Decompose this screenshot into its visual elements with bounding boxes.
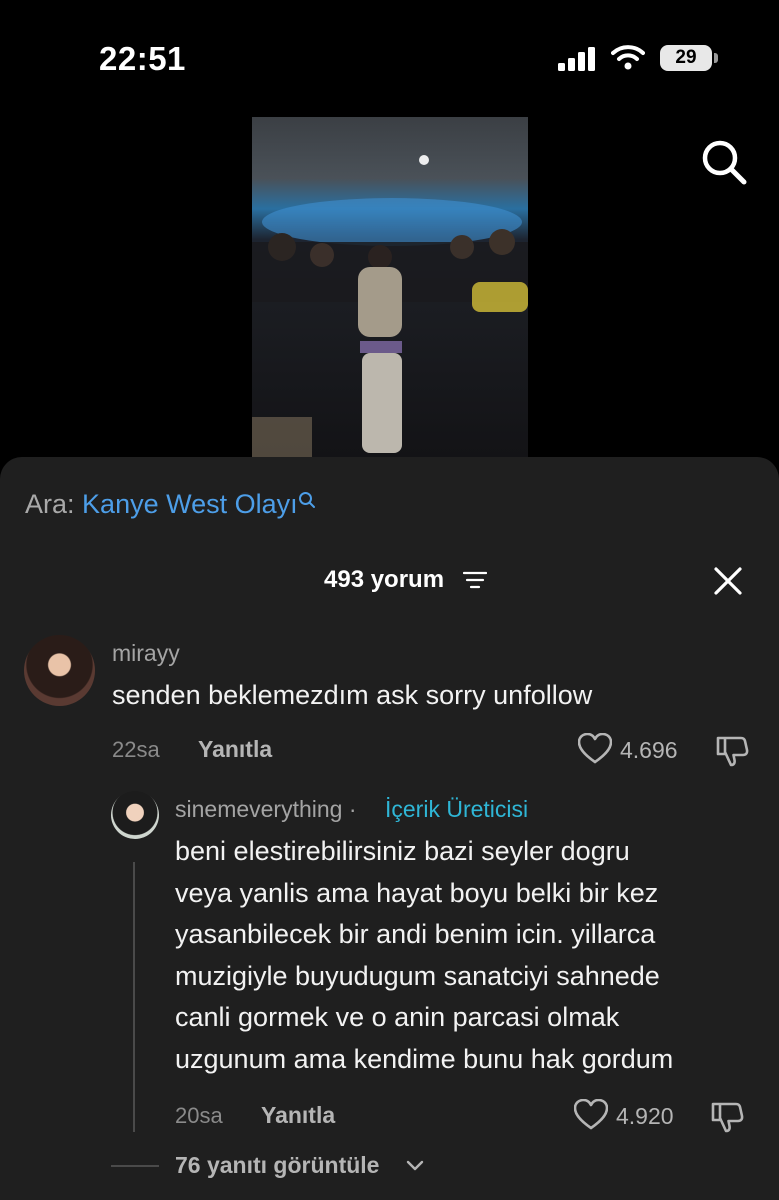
creator-badge: İçerik Üreticisi [385,796,529,822]
search-prefix: Ara: [25,489,75,519]
reply-timestamp: 20sa [175,1103,223,1128]
reply-username[interactable]: sinemeverything · [175,796,357,823]
reply-button[interactable]: Yanıtla [261,1102,335,1129]
reply-text-line: uzgunum ama kendime bunu hak gordum [175,1043,674,1074]
avatar[interactable] [111,791,159,839]
separator: · [348,796,357,822]
view-replies-button[interactable]: 76 yanıtı görüntüle [175,1152,379,1179]
reply-username-text: sinemeverything [175,796,343,822]
battery-tip [714,53,718,63]
heart-icon[interactable] [578,733,612,765]
search-suggestion[interactable]: Ara: Kanye West Olayı [25,489,316,520]
battery-icon: 29 [660,45,712,71]
search-icon[interactable] [700,138,748,186]
comment-text: senden beklemezdım ask sorry unfollow [112,680,593,710]
search-icon [298,492,315,508]
video-thumbnail[interactable] [252,117,528,457]
comment-timestamp: 22sa [112,737,160,762]
comment-username[interactable]: mirayy [112,640,180,667]
reply-button[interactable]: Yanıtla [198,736,272,763]
dislike-icon[interactable] [710,1100,744,1134]
video-frame-image [252,155,528,457]
sort-icon[interactable] [463,571,487,589]
wifi-icon [611,45,645,70]
thread-line [133,862,135,1132]
chevron-down-icon[interactable] [406,1160,424,1172]
avatar[interactable] [24,635,95,706]
cellular-signal-icon [558,47,595,71]
close-icon[interactable] [712,565,744,597]
reply-text-line: veya yanlis ama hayat boyu belki bir kez [175,877,659,908]
reply-text-line: yasanbilecek bir andi benim icin. yillar… [175,919,656,949]
reply-text-line: beni elestirebilirsiniz bazi seyler dogr… [175,836,630,866]
search-query-link[interactable]: Kanye West Olayı [82,489,298,519]
like-count: 4.920 [616,1103,674,1129]
reply-text: beni elestirebilirsiniz bazi seyler dogr… [175,831,765,1080]
status-time: 22:51 [99,40,186,77]
heart-icon[interactable] [574,1099,608,1131]
reply-text-line: muzigiyle buyudugum sanatciyi sahnede [175,960,660,991]
view-replies-divider [111,1165,159,1167]
dislike-icon[interactable] [715,734,749,768]
reply-text-line: canli gormek ve o anin parcasi olmak [175,1002,620,1032]
like-count: 4.696 [620,737,678,763]
comment-count: 493 yorum [324,566,445,593]
